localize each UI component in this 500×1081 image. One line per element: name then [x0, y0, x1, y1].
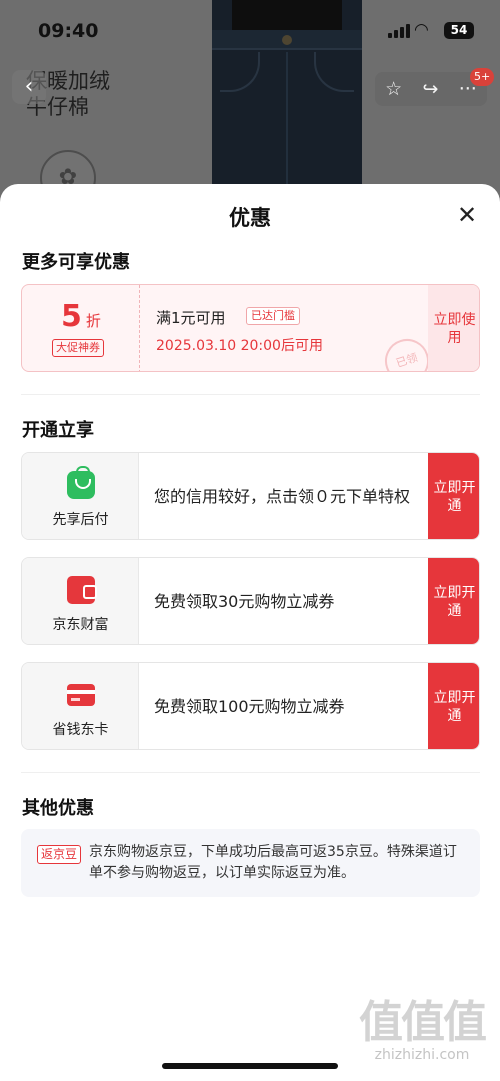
- use-coupon-button[interactable]: 立即使用: [428, 285, 479, 371]
- coupon-condition: 满1元可用: [156, 309, 226, 327]
- wifi-icon: ◠: [414, 20, 429, 40]
- status-bar: 09:40 ◠ 54: [0, 0, 500, 58]
- section-title-open: 开通立享: [22, 420, 94, 441]
- divider: [21, 394, 480, 395]
- watermark-logo: 值值值 zhizhizhi.com: [359, 997, 487, 1064]
- service-label: 先享后付: [52, 512, 109, 528]
- open-now-button[interactable]: 立即开通: [428, 558, 479, 644]
- jd-bean-offer: 返京豆 京东购物返京豆，下单成功后最高可返35京豆。特殊渠道订单不参与购物返豆，…: [21, 829, 480, 897]
- service-description: 您的信用较好，点击领０元下单特权: [154, 487, 411, 506]
- open-now-button[interactable]: 立即开通: [428, 663, 479, 749]
- service-description: 免费领取30元购物立减券: [154, 592, 335, 611]
- coupon-value: 5折 大促神券: [22, 285, 140, 371]
- service-card-pay-later[interactable]: 先享后付 您的信用较好，点击领０元下单特权 立即开通: [21, 452, 480, 540]
- service-card-jd-finance[interactable]: 京东财富 免费领取30元购物立减券 立即开通: [21, 557, 480, 645]
- coupon-discount-number: 5: [61, 299, 82, 334]
- service-label: 省钱东卡: [52, 722, 109, 738]
- bean-tag: 返京豆: [37, 845, 82, 864]
- sheet-title: 优惠: [229, 206, 271, 230]
- open-now-button[interactable]: 立即开通: [428, 453, 479, 539]
- offers-bottom-sheet: 优惠 ✕ 更多可享优惠 5折 大促神券 满1元可用 已达门槛 2025.03.1…: [0, 184, 500, 1081]
- shopping-bag-icon: [67, 466, 95, 499]
- home-indicator[interactable]: [162, 1063, 338, 1069]
- section-title-other: 其他优惠: [22, 798, 94, 819]
- divider: [21, 772, 480, 773]
- service-label: 京东财富: [52, 617, 109, 633]
- close-icon[interactable]: ✕: [454, 202, 480, 228]
- service-card-saving-card[interactable]: 省钱东卡 免费领取100元购物立减券 立即开通: [21, 662, 480, 750]
- coupon-card: 5折 大促神券 满1元可用 已达门槛 2025.03.10 20:00后可用 已…: [21, 284, 480, 372]
- coupon-available-time: 2025.03.10 20:00后可用: [156, 338, 323, 354]
- battery-icon: 54: [444, 22, 474, 39]
- wallet-icon: [67, 576, 97, 604]
- message-count-badge: 5+: [470, 68, 495, 86]
- card-icon: [67, 684, 95, 706]
- back-button[interactable]: ‹: [12, 70, 46, 104]
- coupon-threshold-badge: 已达门槛: [246, 307, 300, 325]
- service-description: 免费领取100元购物立减券: [154, 697, 345, 716]
- coupon-discount-unit: 折: [85, 312, 101, 330]
- signal-icon: [388, 24, 410, 38]
- received-stamp-icon: 已领: [379, 333, 435, 371]
- favorite-star-icon[interactable]: ☆: [385, 78, 402, 100]
- bean-description: 京东购物返京豆，下单成功后最高可返35京豆。特殊渠道订单不参与购物返豆，以订单实…: [89, 844, 457, 881]
- share-icon[interactable]: ↪: [422, 78, 438, 100]
- coupon-tag: 大促神券: [52, 339, 104, 357]
- section-title-more: 更多可享优惠: [22, 252, 130, 273]
- status-time: 09:40: [38, 20, 99, 42]
